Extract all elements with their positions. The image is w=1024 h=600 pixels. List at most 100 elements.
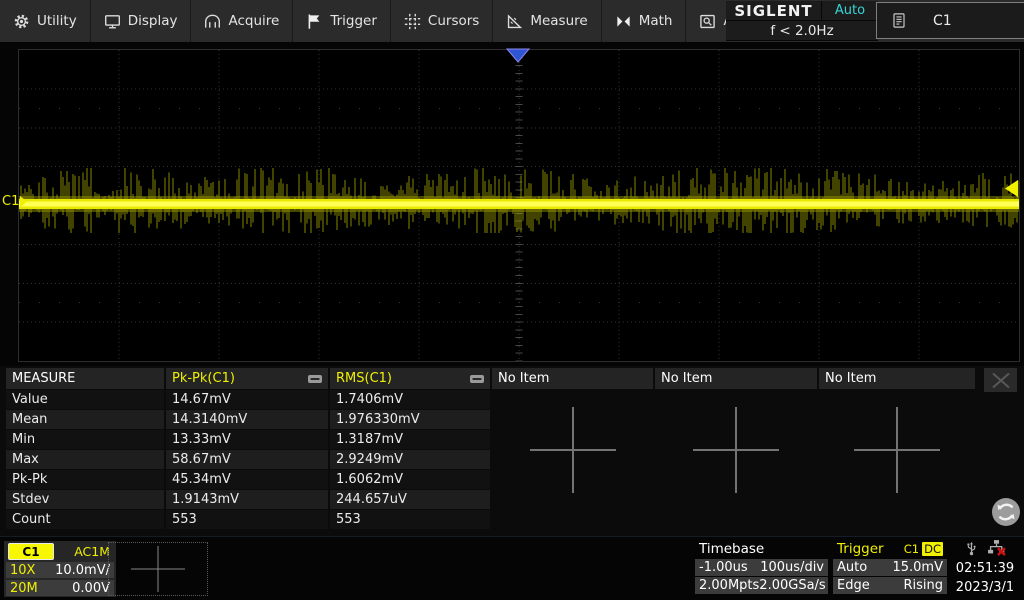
measure-value: 45.34mV <box>166 470 328 489</box>
remove-measure-button[interactable] <box>470 375 484 383</box>
acquisition-status-box[interactable]: SIGLENT Auto f < 2.0Hz <box>726 1 878 41</box>
trigger-mode: Auto <box>837 560 867 575</box>
timebase-panel[interactable]: Timebase -1.00us 100us/div 2.00Mpts 2.00… <box>695 540 828 598</box>
cursors-icon <box>404 13 421 30</box>
measure-value: 553 <box>166 510 328 529</box>
menu-item-label: Cursors <box>428 13 479 29</box>
measure-value: 553 <box>330 510 490 529</box>
measure-column-header-4[interactable]: No Item <box>655 368 817 389</box>
list-icon <box>891 12 907 29</box>
measure-row-label: Pk-Pk <box>6 470 164 489</box>
memory-depth: 2.00Mpts <box>699 578 759 593</box>
measure-value: 14.67mV <box>166 390 328 409</box>
reset-icon <box>991 497 1021 527</box>
top-menu-bar: Utility Display Acquire Trigger Cursors Measu… <box>0 0 1024 42</box>
measure-column-header-1[interactable]: Pk-Pk(C1) <box>166 368 328 389</box>
plus-icon <box>693 407 779 493</box>
network-disconnected-icon <box>987 539 1006 560</box>
menu-bar: Utility Display Acquire Trigger Cursors Measu… <box>0 0 726 42</box>
menu-item-cursors[interactable]: Cursors <box>391 0 493 42</box>
trigger-level-value: 15.0mV <box>892 560 943 575</box>
system-date: 2023/3/1 <box>948 578 1022 597</box>
plus-icon <box>854 407 940 493</box>
measure-value: 14.3140mV <box>166 410 328 429</box>
add-measure-slot[interactable] <box>530 407 616 493</box>
measure-row-label: Value <box>6 390 164 409</box>
channel-offset-marker[interactable]: C1 <box>2 194 27 209</box>
add-measure-slot[interactable] <box>854 407 940 493</box>
trigger-type: Edge <box>837 578 870 593</box>
trigger-title: Trigger <box>837 541 884 557</box>
gear-icon <box>13 13 30 30</box>
plus-icon <box>530 407 616 493</box>
measure-row-label: Count <box>6 510 164 529</box>
measure-empty-cell <box>492 510 653 529</box>
measure-value: 13.33mV <box>166 430 328 449</box>
channel-badge[interactable]: C1 <box>8 543 54 560</box>
oscilloscope-screen: Utility Display Acquire Trigger Cursors Measu… <box>0 0 1024 600</box>
menu-item-label: Utility <box>37 13 77 29</box>
measure-row-label: Max <box>6 450 164 469</box>
measure-value: 2.9249mV <box>330 450 490 469</box>
active-channel-label: C1 <box>933 13 952 29</box>
active-channel-selector[interactable]: C1 <box>876 2 1024 39</box>
measure-value: 1.9143mV <box>166 490 328 509</box>
menu-item-math[interactable]: Math <box>602 0 687 42</box>
menu-item-label: Measure <box>530 13 587 29</box>
menu-item-label: Acquire <box>228 13 279 29</box>
timebase-delay: -1.00us <box>699 560 748 575</box>
right-arrow-icon <box>20 196 27 207</box>
timebase-scale: 100us/div <box>760 560 824 575</box>
plus-icon <box>129 546 187 592</box>
trigger-frequency-readout: f < 2.0Hz <box>770 23 833 39</box>
trigger-slope: Rising <box>903 578 943 593</box>
measure-value: 58.67mV <box>166 450 328 469</box>
measure-table-title: MEASURE <box>6 368 164 389</box>
c1-waveform-trace <box>19 50 1019 361</box>
measure-empty-cell <box>655 510 817 529</box>
usb-icon <box>964 539 979 561</box>
menu-item-trigger[interactable]: Trigger <box>293 0 391 42</box>
bandwidth-limit: 20M <box>10 581 38 596</box>
channel-offset-value: 0.00V <box>72 581 110 596</box>
measure-value: 1.976330mV <box>330 410 490 429</box>
close-icon <box>990 372 1012 389</box>
math-icon <box>615 13 632 30</box>
trigger-panel[interactable]: Trigger C1 DC Auto 15.0mV Edge Rising <box>833 540 947 598</box>
measure-value: 1.3187mV <box>330 430 490 449</box>
menu-item-label: Math <box>639 13 673 29</box>
waveform-display[interactable]: C1 <box>0 42 1024 366</box>
measure-column-header-5[interactable]: No Item <box>819 368 975 389</box>
measure-empty-cell <box>819 510 975 529</box>
measure-icon <box>506 13 523 30</box>
add-channel-box[interactable] <box>108 542 208 596</box>
menu-item-analysis[interactable]: Analysis <box>686 0 726 42</box>
measure-column-header-2[interactable]: RMS(C1) <box>330 368 490 389</box>
measure-value: 244.657uV <box>330 490 490 509</box>
channel-descriptor-c1[interactable]: C1 AC1M 10X 10.0mV/ 20M 0.00V <box>4 541 116 597</box>
measure-row-label: Min <box>6 430 164 449</box>
measure-row-label: Mean <box>6 410 164 429</box>
reset-statistics-button[interactable] <box>991 497 1021 527</box>
channel-coupling: AC1M <box>74 544 110 559</box>
probe-attenuation: 10X <box>10 563 35 578</box>
system-status-clock: 02:51:39 2023/3/1 <box>948 539 1022 597</box>
trigger-level-marker[interactable] <box>1004 180 1019 197</box>
menu-item-utility[interactable]: Utility <box>0 0 91 42</box>
flag-icon <box>306 13 323 30</box>
trigger-source: C1 <box>904 542 919 556</box>
remove-measure-button[interactable] <box>308 375 322 383</box>
menu-item-label: Trigger <box>330 13 377 29</box>
measure-table: MEASUREPk-Pk(C1)RMS(C1)No ItemNo ItemNo … <box>6 368 975 529</box>
trigger-position-marker[interactable] <box>506 48 530 63</box>
menu-item-acquire[interactable]: Acquire <box>191 0 293 42</box>
measure-value: 1.6062mV <box>330 470 490 489</box>
measure-value: 1.7406mV <box>330 390 490 409</box>
close-measure-panel-button[interactable] <box>984 368 1017 392</box>
measure-column-header-3[interactable]: No Item <box>492 368 653 389</box>
menu-item-measure[interactable]: Measure <box>493 0 601 42</box>
timebase-title: Timebase <box>699 541 764 557</box>
acquire-icon <box>204 13 221 30</box>
add-measure-slot[interactable] <box>693 407 779 493</box>
menu-item-display[interactable]: Display <box>91 0 192 42</box>
